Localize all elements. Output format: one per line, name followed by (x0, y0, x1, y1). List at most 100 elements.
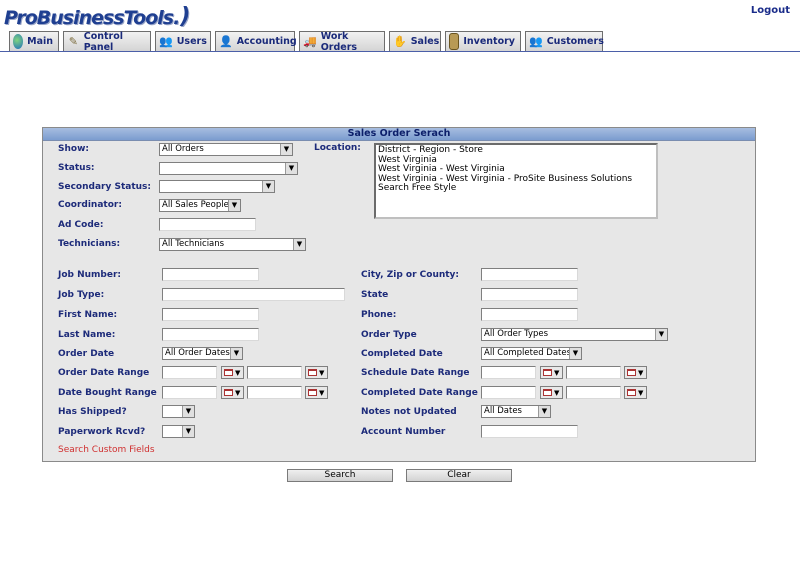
location-listbox[interactable]: District - Region - Store West Virginia … (374, 143, 658, 219)
job-type-input[interactable] (162, 288, 345, 301)
sales-order-search-panel: Sales Order Serach Show: All Orders ▼ Sta… (42, 127, 756, 462)
coordinator-select-value: All Sales People (162, 200, 229, 210)
chevron-down-icon: ▼ (655, 329, 667, 340)
job-number-input[interactable] (162, 268, 259, 281)
job-number-label: Job Number: (58, 270, 122, 280)
customers-icon: 👥 (529, 35, 543, 48)
location-label: Location: (314, 143, 361, 153)
state-input[interactable] (481, 288, 578, 301)
tab-sales[interactable]: ✋ Sales (389, 31, 441, 51)
chevron-down-icon: ▼ (554, 388, 560, 397)
completed-date-label: Completed Date (361, 349, 443, 359)
tab-accounting[interactable]: 👤 Accounting (215, 31, 297, 51)
completed-date-from-calendar-button[interactable]: ▼ (540, 386, 563, 399)
nav-divider (0, 51, 800, 52)
tab-label: Inventory (463, 36, 515, 47)
chevron-down-icon: ▼ (280, 144, 292, 155)
completed-date-select-value: All Completed Dates (484, 348, 572, 358)
chevron-down-icon: ▼ (235, 388, 241, 397)
technicians-label: Technicians: (58, 239, 121, 249)
tab-users[interactable]: 👥 Users (155, 31, 211, 51)
has-shipped-select[interactable]: ▼ (162, 405, 195, 418)
notes-not-updated-select[interactable]: All Dates ▼ (481, 405, 551, 418)
tab-work-orders[interactable]: 🚚 Work Orders (299, 31, 385, 53)
secondary-status-label: Secondary Status: (58, 182, 151, 192)
tools-icon: ✎ (68, 35, 78, 48)
date-bought-from-calendar-button[interactable]: ▼ (221, 386, 244, 399)
schedule-date-from-input[interactable] (481, 366, 536, 379)
schedule-date-range-label: Schedule Date Range (361, 368, 470, 378)
chevron-down-icon: ▼ (554, 368, 560, 377)
show-select-value: All Orders (162, 144, 204, 154)
calendar-icon (627, 369, 636, 376)
show-label: Show: (58, 144, 89, 154)
tab-customers[interactable]: 👥 Customers (525, 31, 604, 51)
calendar-icon (543, 369, 552, 376)
chevron-down-icon: ▼ (285, 163, 297, 174)
logout-link[interactable]: Logout (751, 5, 790, 16)
city-zip-county-input[interactable] (481, 268, 578, 281)
calendar-icon (308, 389, 317, 396)
status-select[interactable]: ▼ (159, 162, 298, 175)
calendar-icon (627, 389, 636, 396)
chevron-down-icon: ▼ (182, 426, 194, 437)
completed-date-to-calendar-button[interactable]: ▼ (624, 386, 647, 399)
order-date-to-calendar-button[interactable]: ▼ (305, 366, 328, 379)
chevron-down-icon: ▼ (230, 348, 242, 359)
technicians-select[interactable]: All Technicians ▼ (159, 238, 306, 251)
date-bought-to-calendar-button[interactable]: ▼ (305, 386, 328, 399)
order-type-select-value: All Order Types (484, 329, 549, 339)
logo-text: ProBusinessTools. (4, 7, 180, 29)
search-custom-fields-link[interactable]: Search Custom Fields (58, 445, 155, 455)
accountant-icon: 👤 (219, 35, 233, 48)
phone-input[interactable] (481, 308, 578, 321)
first-name-input[interactable] (162, 308, 259, 321)
schedule-date-to-input[interactable] (566, 366, 621, 379)
order-type-label: Order Type (361, 330, 417, 340)
clear-button[interactable]: Clear (406, 469, 512, 482)
completed-date-range-label: Completed Date Range (361, 388, 478, 398)
search-button[interactable]: Search (287, 469, 393, 482)
truck-icon: 🚚 (303, 35, 317, 48)
chevron-down-icon: ▼ (538, 406, 550, 417)
order-date-select[interactable]: All Order Dates ▼ (162, 347, 243, 360)
show-select[interactable]: All Orders ▼ (159, 143, 293, 156)
tab-control-panel[interactable]: ✎ Control Panel (63, 31, 151, 53)
schedule-date-from-calendar-button[interactable]: ▼ (540, 366, 563, 379)
order-date-from-calendar-button[interactable]: ▼ (221, 366, 244, 379)
location-option[interactable]: Search Free Style (378, 183, 654, 194)
globe-icon (13, 34, 24, 49)
secondary-status-select[interactable]: ▼ (159, 180, 275, 193)
order-date-label: Order Date (58, 349, 115, 359)
paperwork-rcvd-select[interactable]: ▼ (162, 425, 195, 438)
calendar-icon (224, 369, 233, 376)
last-name-input[interactable] (162, 328, 259, 341)
order-date-select-value: All Order Dates (165, 348, 230, 358)
chevron-down-icon: ▼ (319, 388, 325, 397)
date-bought-to-input[interactable] (247, 386, 302, 399)
completed-date-from-input[interactable] (481, 386, 536, 399)
ad-code-label: Ad Code: (58, 220, 104, 230)
schedule-date-to-calendar-button[interactable]: ▼ (624, 366, 647, 379)
account-number-input[interactable] (481, 425, 578, 438)
coordinator-select[interactable]: All Sales People ▼ (159, 199, 241, 212)
tab-inventory[interactable]: Inventory (445, 31, 521, 51)
coordinator-label: Coordinator: (58, 200, 122, 210)
date-bought-from-input[interactable] (162, 386, 217, 399)
order-type-select[interactable]: All Order Types ▼ (481, 328, 668, 341)
order-date-from-input[interactable] (162, 366, 217, 379)
chevron-down-icon: ▼ (235, 368, 241, 377)
last-name-label: Last Name: (58, 330, 116, 340)
logo-paren: ) (180, 4, 190, 29)
ad-code-input[interactable] (159, 218, 256, 231)
tab-label: Users (176, 36, 207, 47)
tab-label: Sales (410, 36, 440, 47)
main-nav-tabs: Main ✎ Control Panel 👥 Users 👤 Accountin… (9, 31, 604, 53)
completed-date-select[interactable]: All Completed Dates ▼ (481, 347, 582, 360)
users-icon: 👥 (159, 35, 173, 48)
tab-label: Customers (546, 36, 604, 47)
chevron-down-icon: ▼ (182, 406, 194, 417)
order-date-to-input[interactable] (247, 366, 302, 379)
completed-date-to-input[interactable] (566, 386, 621, 399)
tab-main[interactable]: Main (9, 31, 59, 51)
